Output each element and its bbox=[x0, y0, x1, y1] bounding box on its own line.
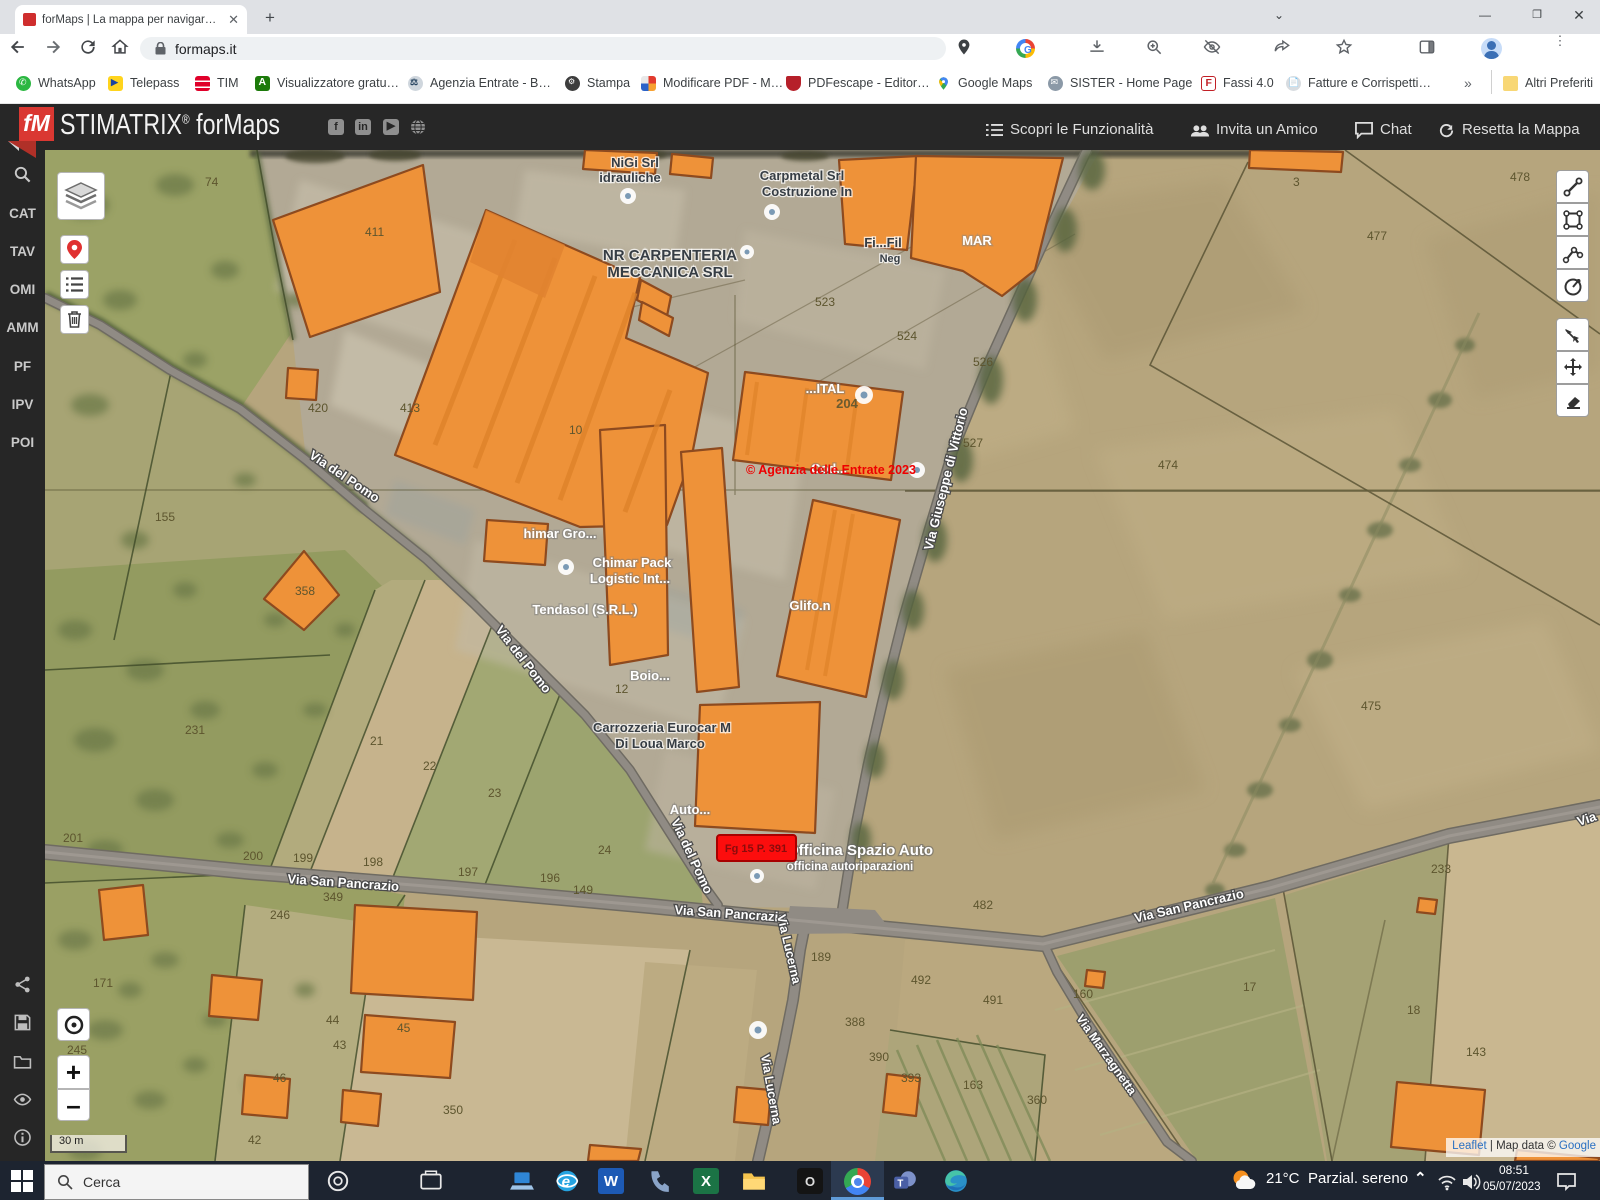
svg-text:e: e bbox=[562, 1173, 570, 1190]
svg-text:3: 3 bbox=[1293, 175, 1300, 189]
svg-text:MECCANICA SRL: MECCANICA SRL bbox=[607, 264, 732, 281]
svg-text:24: 24 bbox=[598, 843, 612, 857]
svg-text:Via Lucerna: Via Lucerna bbox=[774, 913, 804, 986]
svg-text:...ITAL: ...ITAL bbox=[806, 381, 845, 396]
svg-text:46: 46 bbox=[273, 1071, 287, 1085]
svg-text:478: 478 bbox=[1510, 170, 1530, 184]
svg-text:155: 155 bbox=[155, 510, 175, 524]
svg-text:Via San Pancrazio: Via San Pancrazio bbox=[287, 871, 400, 894]
svg-text:413: 413 bbox=[400, 401, 420, 415]
svg-text:Via: Via bbox=[1575, 808, 1599, 828]
svg-text:492: 492 bbox=[911, 973, 931, 987]
svg-text:475: 475 bbox=[1361, 699, 1381, 713]
svg-text:189: 189 bbox=[811, 950, 831, 964]
svg-text:171: 171 bbox=[93, 976, 113, 990]
svg-text:197: 197 bbox=[458, 865, 478, 879]
svg-text:477: 477 bbox=[1367, 229, 1387, 243]
svg-text:523: 523 bbox=[815, 295, 835, 309]
svg-text:12: 12 bbox=[615, 682, 629, 696]
svg-text:350: 350 bbox=[443, 1103, 463, 1117]
svg-text:NR CARPENTERIA: NR CARPENTERIA bbox=[603, 247, 737, 264]
svg-text:Fi...Fil: Fi...Fil bbox=[864, 235, 902, 250]
svg-text:Carpmetal Srl: Carpmetal Srl bbox=[760, 168, 845, 183]
svg-text:204: 204 bbox=[836, 396, 858, 411]
svg-text:Via San Pancrazio: Via San Pancrazio bbox=[1133, 886, 1245, 926]
svg-text:Tendasol (S.R.L.): Tendasol (S.R.L.) bbox=[532, 602, 637, 617]
svg-text:491: 491 bbox=[983, 993, 1003, 1007]
svg-text:199: 199 bbox=[293, 851, 313, 865]
svg-text:246: 246 bbox=[270, 908, 290, 922]
svg-text:Logistic Int...: Logistic Int... bbox=[590, 571, 670, 586]
svg-text:Via San Pancrazio: Via San Pancrazio bbox=[674, 902, 787, 925]
svg-text:143: 143 bbox=[1466, 1045, 1486, 1059]
svg-text:200: 200 bbox=[243, 849, 263, 863]
svg-text:526: 526 bbox=[973, 355, 993, 369]
svg-text:390: 390 bbox=[869, 1050, 889, 1064]
svg-text:idrauliche: idrauliche bbox=[599, 170, 660, 185]
svg-text:43: 43 bbox=[333, 1038, 347, 1052]
svg-text:Costruzione In: Costruzione In bbox=[762, 184, 852, 199]
svg-text:360: 360 bbox=[1027, 1093, 1047, 1107]
svg-text:Via del Pomo: Via del Pomo bbox=[493, 623, 555, 696]
svg-text:officina autoriparazioni: officina autoriparazioni bbox=[787, 861, 914, 873]
svg-text:Auto...: Auto... bbox=[670, 802, 710, 817]
svg-text:17: 17 bbox=[1243, 980, 1257, 994]
svg-text:Di Loua Marco: Di Loua Marco bbox=[615, 736, 705, 751]
svg-text:Via Giuseppe di Vittorio: Via Giuseppe di Vittorio bbox=[921, 406, 971, 552]
svg-text:Via del Pomo: Via del Pomo bbox=[668, 816, 716, 896]
svg-text:23: 23 bbox=[488, 786, 502, 800]
svg-text:349: 349 bbox=[323, 890, 343, 904]
svg-text:18: 18 bbox=[1407, 1003, 1421, 1017]
svg-text:Fg 15 P. 391: Fg 15 P. 391 bbox=[725, 843, 787, 855]
svg-text:149: 149 bbox=[573, 883, 593, 897]
svg-text:160: 160 bbox=[1073, 987, 1093, 1001]
svg-text:201: 201 bbox=[63, 831, 83, 845]
svg-text:233: 233 bbox=[1431, 862, 1451, 876]
svg-text:Boio...: Boio... bbox=[630, 668, 670, 683]
svg-text:22: 22 bbox=[423, 759, 437, 773]
svg-text:198: 198 bbox=[363, 855, 383, 869]
svg-text:358: 358 bbox=[295, 584, 315, 598]
svg-text:411: 411 bbox=[365, 225, 384, 239]
svg-text:482: 482 bbox=[973, 898, 993, 912]
svg-text:474: 474 bbox=[1158, 458, 1178, 472]
svg-text:Officina Spazio Auto: Officina Spazio Auto bbox=[787, 842, 933, 859]
svg-text:524: 524 bbox=[897, 329, 917, 343]
svg-text:388: 388 bbox=[845, 1015, 865, 1029]
svg-text:21: 21 bbox=[370, 734, 384, 748]
svg-text:74: 74 bbox=[205, 175, 219, 189]
svg-text:420: 420 bbox=[308, 401, 328, 415]
svg-text:NiGi Srl: NiGi Srl bbox=[611, 155, 659, 170]
svg-text:himar Gro...: himar Gro... bbox=[524, 526, 597, 541]
svg-text:MAR: MAR bbox=[962, 233, 992, 248]
svg-text:42: 42 bbox=[248, 1133, 262, 1147]
svg-text:Neg: Neg bbox=[880, 253, 901, 265]
svg-text:T: T bbox=[897, 1178, 903, 1189]
svg-text:45: 45 bbox=[397, 1021, 411, 1035]
svg-text:231: 231 bbox=[185, 723, 205, 737]
svg-text:44: 44 bbox=[326, 1013, 340, 1027]
svg-text:393: 393 bbox=[901, 1071, 921, 1085]
svg-text:Via Lucerna: Via Lucerna bbox=[758, 1053, 784, 1126]
svg-text:Via Marzagnetta: Via Marzagnetta bbox=[1073, 1012, 1140, 1099]
svg-text:196: 196 bbox=[540, 871, 560, 885]
svg-text:Carrozzeria Eurocar M: Carrozzeria Eurocar M bbox=[593, 720, 731, 735]
svg-text:Glifo.n: Glifo.n bbox=[789, 598, 830, 613]
svg-text:163: 163 bbox=[963, 1078, 983, 1092]
svg-text:Chimar Pack: Chimar Pack bbox=[593, 555, 673, 570]
svg-text:Via del Pomo: Via del Pomo bbox=[307, 447, 383, 505]
svg-text:527: 527 bbox=[963, 436, 983, 450]
svg-text:10: 10 bbox=[569, 423, 583, 437]
svg-text:© Agenzia delle Entrate 2023: © Agenzia delle Entrate 2023 bbox=[746, 463, 916, 477]
